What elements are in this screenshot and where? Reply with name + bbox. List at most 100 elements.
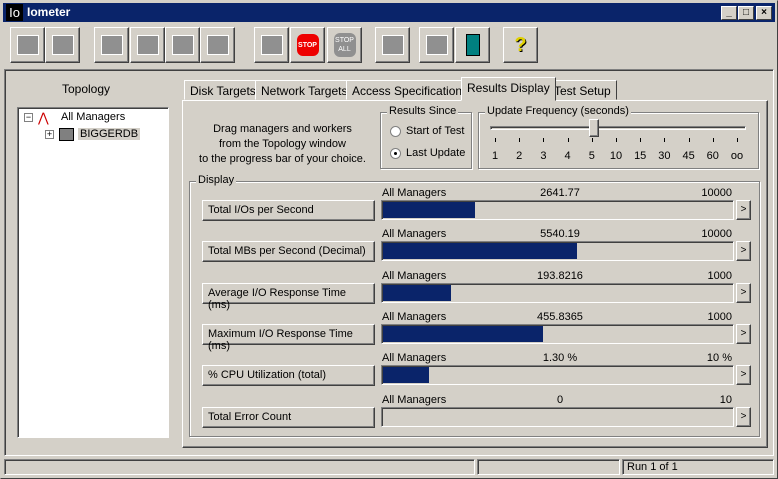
slider-tick — [616, 138, 617, 142]
update-frequency-title: Update Frequency (seconds) — [485, 105, 631, 117]
slider-tick-label: oo — [730, 150, 744, 162]
exit-button[interactable] — [455, 27, 490, 63]
progress-bar[interactable] — [381, 282, 734, 303]
computer-icon — [59, 128, 74, 141]
bar-max: 1000 — [707, 269, 732, 282]
slider-thumb[interactable] — [589, 119, 599, 137]
duplicate-worker-button[interactable] — [200, 27, 235, 63]
title-bar: Io Iometer _ □ × — [3, 3, 775, 22]
help-button[interactable]: ? — [503, 27, 538, 63]
bar-source: All Managers — [382, 352, 447, 365]
exit-icon — [465, 34, 480, 56]
open-button[interactable] — [10, 27, 45, 63]
metric-arrow-button[interactable]: > — [736, 323, 751, 344]
results-since-group: Results Since Start of Test Last Update — [380, 105, 472, 169]
bar-source: All Managers — [382, 187, 447, 199]
slider-tick — [543, 138, 545, 142]
slider-tick-label: 2 — [516, 150, 523, 162]
radio-label: Start of Test — [406, 125, 465, 137]
bar-max: 10 — [719, 393, 732, 406]
metric-arrow-button[interactable]: > — [736, 365, 751, 386]
status-pane-2 — [477, 459, 620, 475]
metric-arrow-button[interactable]: > — [736, 241, 751, 262]
start-tests-button[interactable] — [254, 27, 289, 63]
progress-bar[interactable] — [381, 241, 734, 262]
tab-disk-targets[interactable]: Disk Targets — [184, 80, 262, 100]
bar-max: 1000 — [707, 310, 732, 323]
slider-tick-label: 5 — [588, 150, 595, 162]
start-disk-worker-button[interactable] — [130, 27, 165, 63]
progress-bar[interactable] — [381, 323, 734, 344]
metric-button[interactable]: Average I/O Response Time (ms) — [202, 282, 375, 311]
slider-tick — [688, 138, 690, 142]
slider-tick-label: 30 — [658, 150, 671, 162]
close-button[interactable]: × — [756, 6, 772, 20]
slider-tick-label: 45 — [682, 150, 695, 162]
maximize-button[interactable]: □ — [738, 6, 754, 20]
slider-tick — [712, 138, 714, 142]
reset-workers-icon — [381, 35, 404, 55]
stop-all-button[interactable]: STOP ALL — [327, 27, 362, 63]
metric-button[interactable]: Maximum I/O Response Time (ms) — [202, 323, 375, 352]
radio-last-update[interactable]: Last Update — [390, 147, 465, 159]
start-disk-worker-icon — [136, 35, 159, 55]
progress-bar[interactable] — [381, 200, 734, 220]
metric-button[interactable]: Total I/Os per Second — [202, 200, 375, 221]
slider-tick-label: 4 — [564, 150, 571, 162]
slider-tick-label: 3 — [540, 150, 547, 162]
tab-test-setup[interactable]: Test Setup — [548, 80, 617, 100]
disconnect-button[interactable] — [419, 27, 454, 63]
save-button[interactable] — [45, 27, 80, 63]
start-network-worker-icon — [171, 35, 194, 55]
bar-value: 1.30 % — [542, 352, 578, 365]
radio-start-of-test[interactable]: Start of Test — [390, 125, 465, 137]
tab-network-targets[interactable]: Network Targets — [255, 80, 354, 100]
metric-arrow-button[interactable]: > — [736, 406, 751, 427]
bar-max: 10000 — [701, 187, 732, 199]
help-icon: ? — [514, 33, 527, 56]
instruction-line: from the Topology window — [219, 138, 346, 150]
topology-tree: − ⋀ All Managers + BIGGERDB — [17, 107, 169, 438]
tree-item-all-managers[interactable]: All Managers — [61, 111, 125, 123]
progress-fill — [383, 202, 476, 218]
tab-access-specifications[interactable]: Access Specifications — [346, 80, 475, 100]
progress-fill — [383, 367, 429, 384]
progress-bar[interactable] — [381, 406, 734, 427]
slider-tick — [567, 138, 569, 142]
metric-arrow-button[interactable]: > — [736, 282, 751, 303]
start-manager-button[interactable] — [94, 27, 129, 63]
stop-button[interactable]: STOP — [290, 27, 325, 63]
tab-results-display[interactable]: Results Display — [461, 77, 556, 101]
status-run: Run 1 of 1 — [622, 459, 774, 475]
progress-bar[interactable] — [381, 365, 734, 386]
instruction-line: to the progress bar of your choice. — [199, 153, 366, 165]
stop-icon: STOP — [296, 34, 319, 56]
topology-title: Topology — [61, 82, 111, 96]
metric-button[interactable]: Total MBs per Second (Decimal) — [202, 241, 375, 263]
bar-max: 10 % — [706, 352, 732, 365]
radio-icon — [390, 125, 401, 137]
tree-item-biggerdb[interactable]: BIGGERDB — [78, 128, 141, 140]
instructions: Drag managers and workers from the Topol… — [190, 122, 375, 167]
slider-tick — [519, 138, 521, 142]
slider-track[interactable] — [490, 126, 746, 130]
managers-icon: ⋀ — [38, 110, 49, 125]
window-title: Iometer — [27, 5, 71, 19]
metric-button[interactable]: Total Error Count — [202, 406, 375, 428]
minimize-button[interactable]: _ — [721, 6, 737, 20]
bar-value: 0 — [556, 393, 564, 406]
collapse-icon[interactable]: − — [24, 113, 33, 122]
instruction-line: Drag managers and workers — [213, 123, 352, 135]
slider-tick — [591, 138, 593, 142]
duplicate-worker-icon — [206, 35, 229, 55]
slider-tick — [664, 138, 666, 142]
bar-source: All Managers — [382, 228, 447, 241]
metric-arrow-button[interactable]: > — [736, 200, 751, 220]
start-network-worker-button[interactable] — [165, 27, 200, 63]
progress-fill — [383, 284, 451, 301]
bar-source: All Managers — [382, 269, 447, 282]
expand-icon[interactable]: + — [45, 130, 54, 139]
start-tests-icon — [260, 35, 283, 55]
metric-button[interactable]: % CPU Utilization (total) — [202, 365, 375, 387]
reset-workers-button[interactable] — [375, 27, 410, 63]
